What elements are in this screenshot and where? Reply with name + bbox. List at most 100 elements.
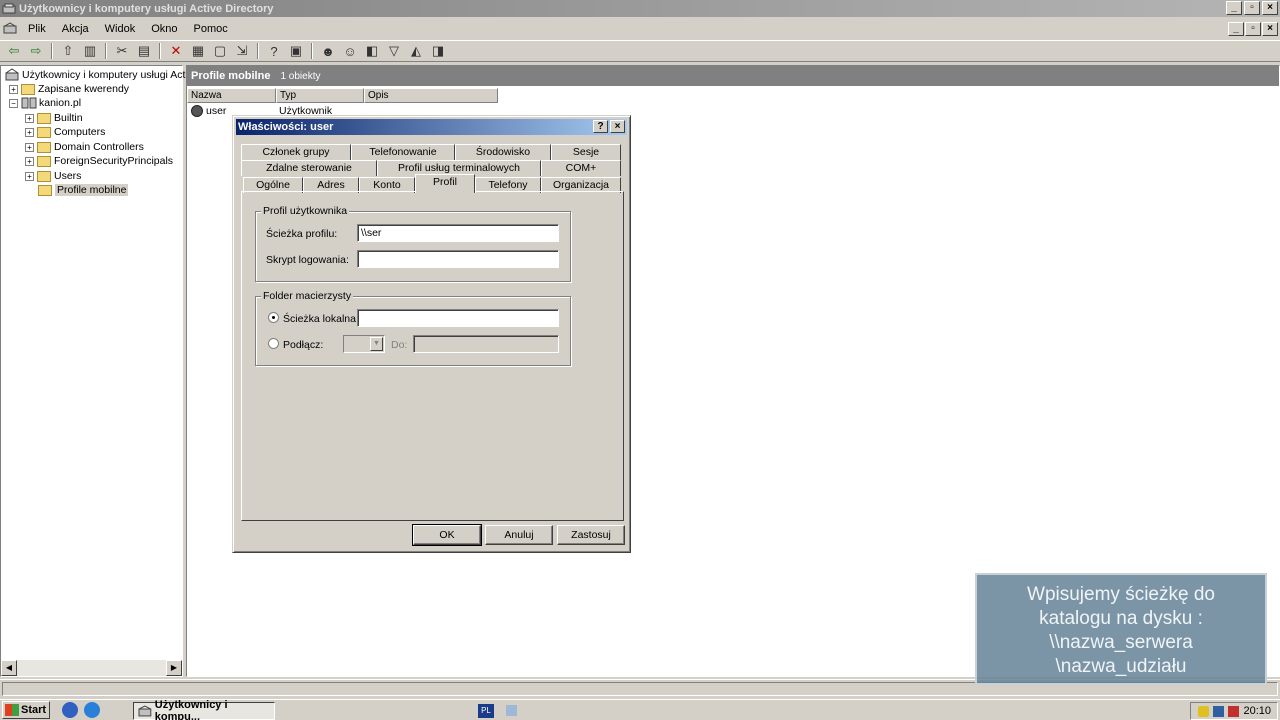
profile-path-input[interactable]: \\ser — [357, 224, 559, 242]
local-path-radio[interactable] — [268, 312, 279, 323]
tab-srodowisko[interactable]: Środowisko — [455, 144, 551, 160]
column-header-type[interactable]: Typ — [276, 88, 364, 103]
tab-profil[interactable]: Profil — [415, 174, 475, 193]
chevron-down-icon[interactable]: ▼ — [370, 337, 383, 351]
paste-icon[interactable]: ▤ — [134, 42, 154, 60]
mdi-close-button[interactable]: × — [1262, 22, 1278, 36]
refresh-icon[interactable]: ▢ — [210, 42, 230, 60]
expand-icon[interactable]: + — [9, 84, 18, 94]
cut-icon[interactable]: ✂ — [112, 42, 132, 60]
expand-icon[interactable]: + — [25, 113, 34, 123]
connect-path-input[interactable] — [413, 335, 559, 353]
folder-icon — [37, 112, 51, 124]
internet-explorer-icon[interactable] — [84, 702, 100, 718]
shield-icon[interactable] — [1198, 705, 1210, 717]
dialog-help-button[interactable]: ? — [593, 120, 608, 133]
profile-groupbox: Profil użytkownika Ścieżka profilu: \\se… — [255, 205, 571, 282]
menu-pomoc[interactable]: Pomoc — [186, 23, 236, 35]
tab-zdalne-sterowanie[interactable]: Zdalne sterowanie — [241, 160, 377, 176]
menu-widok[interactable]: Widok — [97, 23, 144, 35]
tutorial-caption: Wpisujemy ścieżkę do katalogu na dysku :… — [975, 573, 1267, 685]
logon-script-input[interactable] — [357, 250, 559, 268]
connect-label: Podłącz: — [283, 339, 324, 351]
dialog-close-button[interactable]: × — [610, 120, 625, 133]
tree-item-domain-controllers[interactable]: + Domain Controllers — [25, 140, 144, 154]
mdi-restore-button[interactable]: ▫ — [1245, 22, 1261, 36]
column-header-description[interactable]: Opis — [364, 88, 498, 103]
horizontal-scrollbar[interactable]: ◀ ▶ — [1, 660, 182, 676]
clock[interactable]: 20:10 — [1243, 705, 1271, 717]
tab-czlonek-grupy[interactable]: Członek grupy — [241, 144, 351, 160]
caption-line: \nazwa_udziału — [1055, 656, 1187, 677]
filter-icon[interactable]: ▽ — [384, 42, 404, 60]
expand-icon[interactable]: + — [25, 127, 34, 137]
export-icon[interactable]: ⇲ — [232, 42, 252, 60]
collapse-icon[interactable]: − — [9, 98, 18, 108]
mdi-minimize-button[interactable]: _ — [1228, 22, 1244, 36]
taskbar: Start Użytkownicy i kompu... PL 20:10 — [0, 699, 1280, 720]
console-icon — [3, 22, 17, 34]
back-icon[interactable]: ⇦ — [4, 42, 24, 60]
list-title: Profile mobilne — [191, 70, 271, 82]
alert-icon[interactable] — [1228, 705, 1240, 717]
tab-sesje[interactable]: Sesje — [551, 144, 621, 160]
caption-line: \\nazwa_serwera — [1049, 632, 1193, 653]
network-icon[interactable] — [506, 705, 517, 716]
domain-icon — [21, 97, 37, 109]
delete-icon[interactable]: ✕ — [166, 42, 186, 60]
show-tree-icon[interactable]: ▥ — [80, 42, 100, 60]
tree-item-label: ForeignSecurityPrincipals — [54, 155, 174, 167]
local-path-input[interactable] — [357, 309, 559, 327]
tab-telefonowanie[interactable]: Telefonowanie — [351, 144, 455, 160]
connect-radio[interactable] — [268, 338, 279, 349]
caption-line: Wpisujemy ścieżkę do — [1027, 584, 1215, 605]
scroll-right-icon[interactable]: ▶ — [166, 660, 182, 676]
cancel-button[interactable]: Anuluj — [485, 525, 553, 545]
show-desktop-icon[interactable] — [62, 702, 78, 718]
tree-item-computers[interactable]: + Computers — [25, 125, 105, 139]
expand-icon[interactable]: + — [25, 142, 34, 152]
tree-item-foreign-security-principals[interactable]: + ForeignSecurityPrincipals — [25, 154, 173, 168]
properties-dialog: Właściwości: user ? × Członek grupy Tele… — [232, 115, 631, 553]
column-header-name[interactable]: Nazwa — [187, 88, 276, 103]
new-group-icon[interactable]: ☺ — [340, 42, 360, 60]
menu-plik[interactable]: Plik — [20, 23, 54, 35]
tree-item-builtin[interactable]: + Builtin — [25, 111, 83, 125]
expand-icon[interactable]: + — [25, 156, 34, 166]
scroll-left-icon[interactable]: ◀ — [1, 660, 17, 676]
ok-button[interactable]: OK — [412, 524, 482, 546]
language-indicator[interactable]: PL — [478, 704, 494, 718]
properties-icon[interactable]: ▦ — [188, 42, 208, 60]
expand-icon[interactable]: + — [25, 171, 34, 181]
tab-com-plus[interactable]: COM+ — [541, 160, 621, 176]
help-icon[interactable]: ? — [264, 42, 284, 60]
tree-item-saved-queries[interactable]: + Zapisane kwerendy — [9, 82, 129, 96]
logon-script-label: Skrypt logowania: — [266, 254, 349, 266]
new-ou-icon[interactable]: ◧ — [362, 42, 382, 60]
start-button[interactable]: Start — [2, 701, 50, 719]
maximize-button[interactable]: ▫ — [1244, 1, 1260, 15]
network-tray-icon[interactable] — [1213, 705, 1225, 717]
tree-root[interactable]: Użytkownicy i komputery usługi Activ — [4, 68, 193, 82]
tree-item-profile-mobilne[interactable]: Profile mobilne — [38, 183, 129, 197]
console-view-icon[interactable]: ▣ — [286, 42, 306, 60]
forward-icon[interactable]: ⇨ — [26, 42, 46, 60]
taskbar-item-active-directory[interactable]: Użytkownicy i kompu... — [133, 699, 275, 720]
toolbar-separator — [257, 43, 259, 59]
drive-letter-select[interactable]: ▼ — [343, 335, 385, 353]
new-user-icon[interactable]: ☻ — [318, 42, 338, 60]
add-to-group-icon[interactable]: ◨ — [428, 42, 448, 60]
ou-folder-icon — [38, 184, 52, 196]
tree-pane[interactable]: Użytkownicy i komputery usługi Activ + Z… — [0, 65, 193, 677]
find-icon[interactable]: ◭ — [406, 42, 426, 60]
apply-button[interactable]: Zastosuj — [557, 525, 625, 545]
tree-item-domain[interactable]: − kanion.pl — [9, 96, 81, 110]
folder-icon — [37, 155, 51, 167]
menu-akcja[interactable]: Akcja — [54, 23, 97, 35]
menubar: Plik Akcja Widok Okno Pomoc _ ▫ × — [0, 19, 1280, 39]
menu-okno[interactable]: Okno — [143, 23, 185, 35]
close-button[interactable]: × — [1262, 1, 1278, 15]
tree-item-users[interactable]: + Users — [25, 169, 81, 183]
minimize-button[interactable]: _ — [1226, 1, 1242, 15]
up-folder-icon[interactable]: ⇧ — [58, 42, 78, 60]
